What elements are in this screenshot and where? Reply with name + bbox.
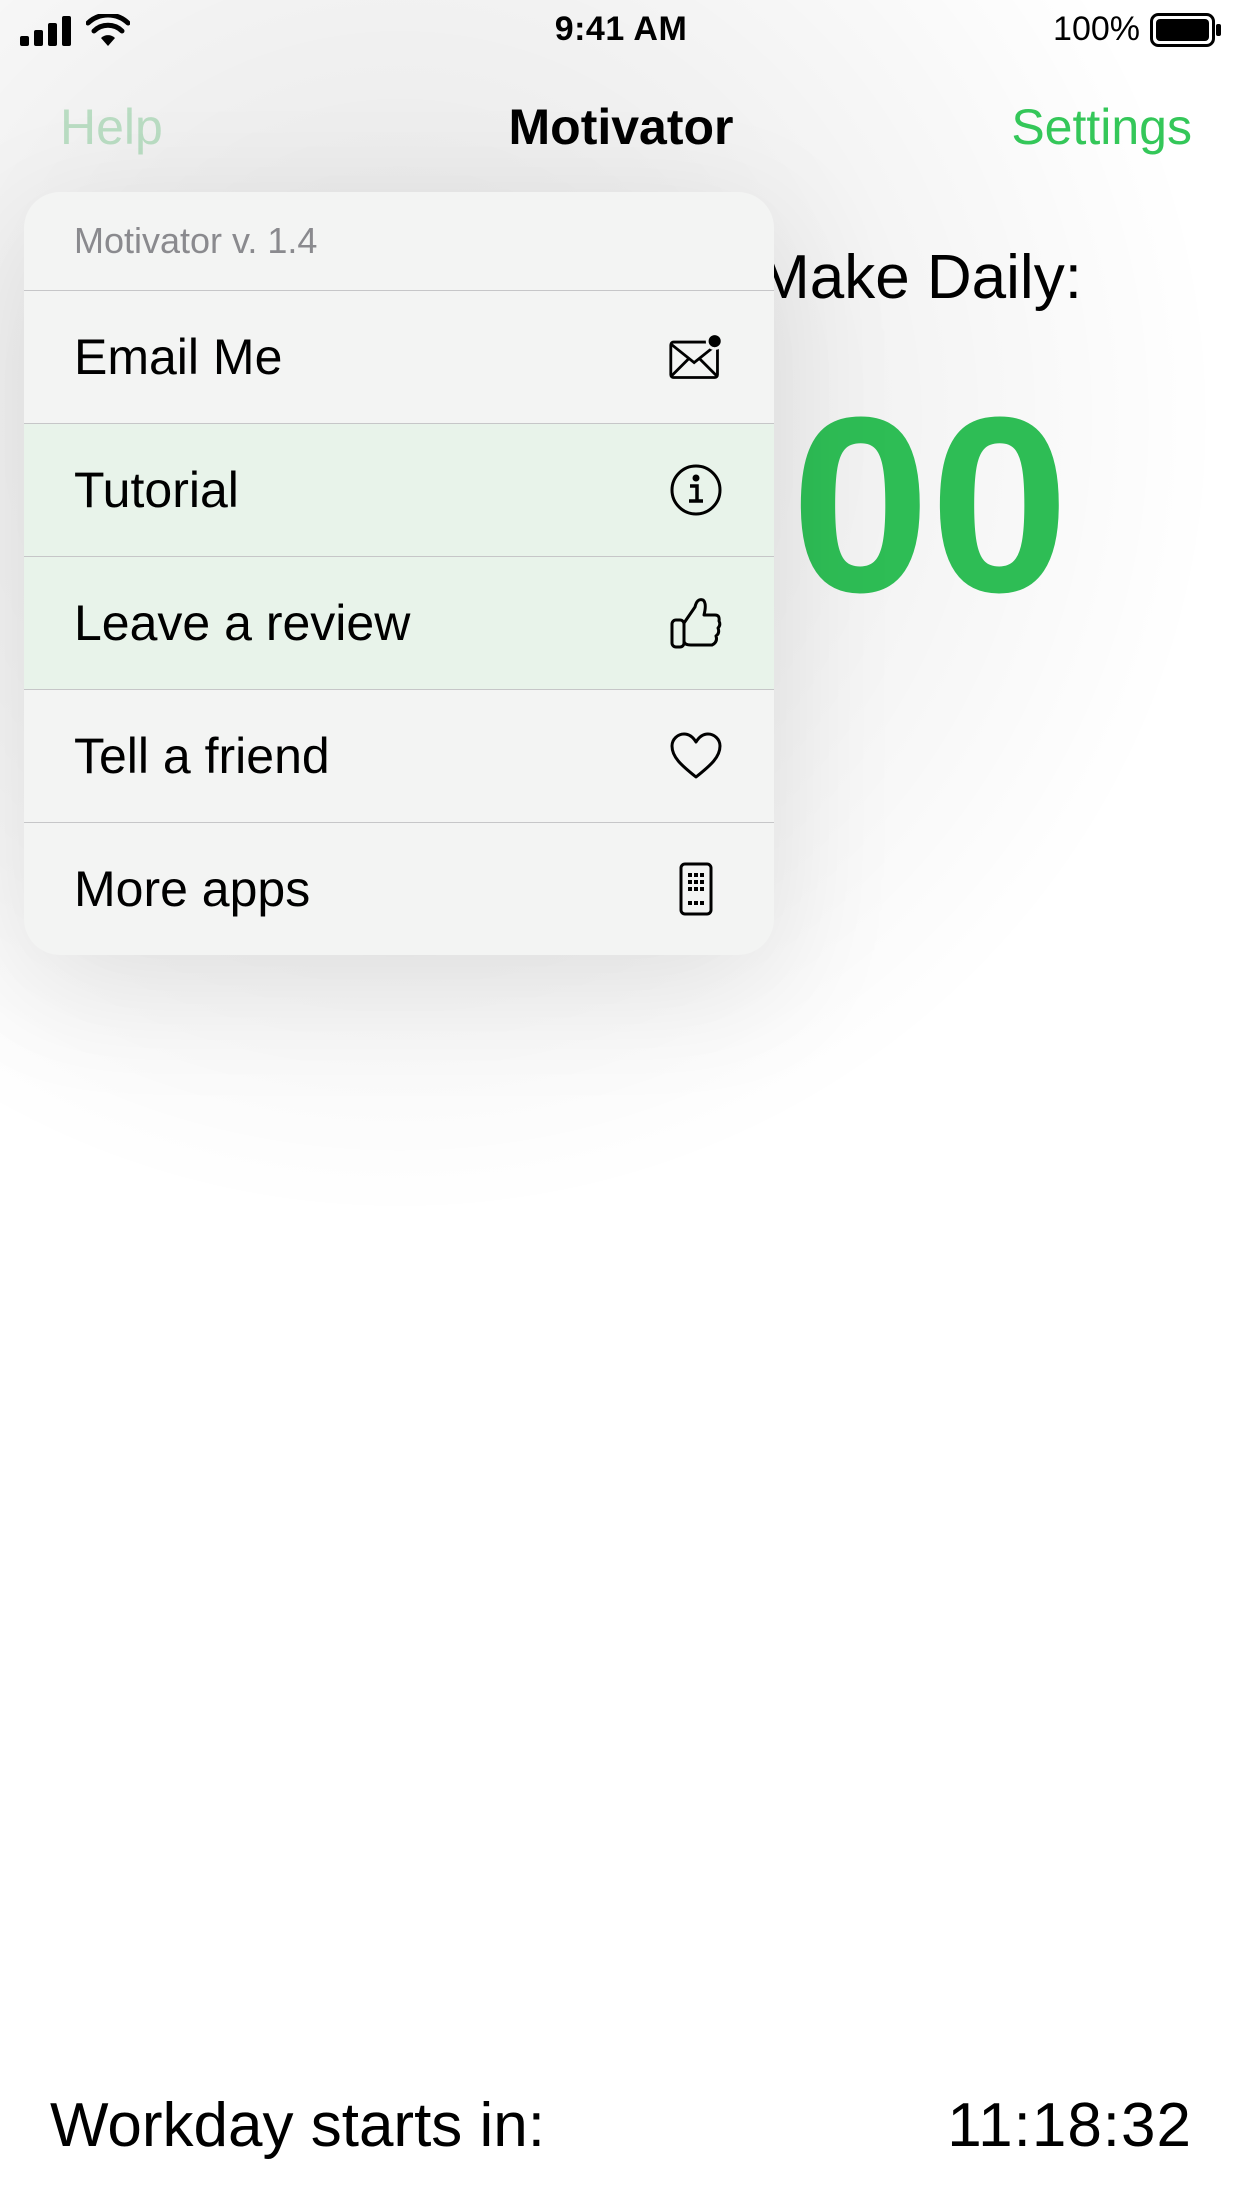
menu-item-tell-friend[interactable]: Tell a friend [24, 690, 774, 823]
menu-item-label: Email Me [74, 329, 283, 385]
navigation-bar: Help Motivator Settings [0, 90, 1242, 170]
menu-item-more-apps[interactable]: More apps [24, 823, 774, 955]
menu-item-tutorial[interactable]: Tutorial [24, 424, 774, 557]
battery-percent: 100% [1053, 10, 1140, 48]
menu-version-header: Motivator v. 1.4 [24, 192, 774, 291]
help-menu: Motivator v. 1.4 Email Me Tutorial Leave… [24, 192, 774, 955]
envelope-badge-icon [668, 329, 724, 385]
settings-button[interactable]: Settings [1011, 98, 1192, 156]
countdown-timer: 11:18:32 [947, 2091, 1192, 2160]
battery-icon [1150, 12, 1222, 47]
menu-item-label: Leave a review [74, 595, 411, 651]
menu-item-label: Tutorial [74, 462, 239, 518]
info-circle-icon [668, 462, 724, 518]
thumbs-up-icon [668, 595, 724, 651]
menu-item-label: More apps [74, 861, 311, 917]
menu-item-email-me[interactable]: Email Me [24, 291, 774, 424]
phone-apps-icon [668, 861, 724, 917]
status-right: 100% [1053, 10, 1222, 49]
heart-icon [668, 728, 724, 784]
countdown-label: Workday starts in: [50, 2091, 546, 2160]
status-bar: 9:41 AM 100% [0, 0, 1242, 60]
menu-item-leave-review[interactable]: Leave a review [24, 557, 774, 690]
menu-item-label: Tell a friend [74, 728, 330, 784]
